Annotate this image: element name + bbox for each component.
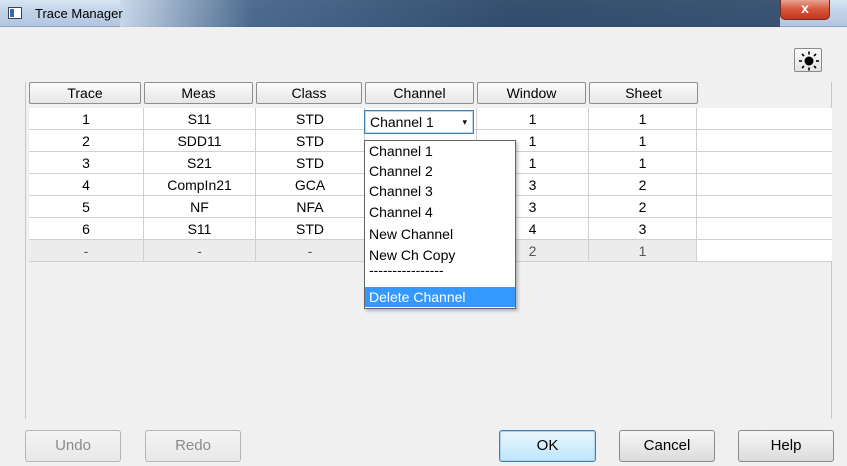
- cell-trace[interactable]: 5: [29, 196, 144, 218]
- cell-sheet[interactable]: 3: [589, 218, 697, 240]
- cell-class[interactable]: STD: [256, 130, 365, 152]
- chevron-down-icon[interactable]: ▾: [462, 111, 467, 133]
- cell-meas[interactable]: -: [144, 240, 256, 262]
- cell-sheet[interactable]: 2: [589, 196, 697, 218]
- cell-trace[interactable]: 3: [29, 152, 144, 174]
- cell-class[interactable]: STD: [256, 152, 365, 174]
- cancel-button[interactable]: Cancel: [619, 430, 715, 462]
- channel-combobox-value: Channel 1: [370, 114, 434, 130]
- cell-sheet[interactable]: 2: [589, 174, 697, 196]
- cell-class[interactable]: STD: [256, 218, 365, 240]
- cell-trace[interactable]: 4: [29, 174, 144, 196]
- channel-dropdown-list: Channel 1 Channel 2 Channel 3 Channel 4 …: [364, 140, 516, 309]
- cell-sheet[interactable]: 1: [589, 108, 697, 130]
- title-bar: Trace Manager x: [0, 0, 847, 27]
- dropdown-option-channel-4[interactable]: Channel 4: [365, 202, 515, 222]
- cell-sheet[interactable]: 1: [589, 152, 697, 174]
- cell-class[interactable]: -: [256, 240, 365, 262]
- row-filler: [697, 174, 832, 196]
- row-filler: [697, 218, 832, 240]
- row-filler: [697, 130, 832, 152]
- cell-window[interactable]: 1: [477, 108, 589, 130]
- undo-button[interactable]: Undo: [25, 430, 121, 462]
- cell-meas[interactable]: S11: [144, 108, 256, 130]
- dropdown-option-channel-1[interactable]: Channel 1: [365, 141, 515, 161]
- row-filler: [697, 240, 832, 262]
- help-button[interactable]: Help: [738, 430, 834, 462]
- sun-icon: [799, 51, 819, 71]
- column-header-channel[interactable]: Channel: [365, 82, 474, 104]
- cell-trace[interactable]: -: [29, 240, 144, 262]
- row-filler: [697, 108, 832, 130]
- channel-combobox[interactable]: Channel 1 ▾: [364, 110, 474, 134]
- cell-meas[interactable]: SDD11: [144, 130, 256, 152]
- row-filler: [697, 196, 832, 218]
- cell-class[interactable]: STD: [256, 108, 365, 130]
- dropdown-option-channel-2[interactable]: Channel 2: [365, 161, 515, 181]
- redo-button[interactable]: Redo: [145, 430, 241, 462]
- column-header-class[interactable]: Class: [256, 82, 362, 104]
- ok-button[interactable]: OK: [499, 430, 596, 462]
- cell-meas[interactable]: S11: [144, 218, 256, 240]
- cell-trace[interactable]: 1: [29, 108, 144, 130]
- dropdown-option-delete-channel[interactable]: Delete Channel: [365, 287, 515, 307]
- window-title: Trace Manager: [35, 6, 123, 21]
- column-header-sheet[interactable]: Sheet: [589, 82, 698, 104]
- cell-trace[interactable]: 2: [29, 130, 144, 152]
- cell-meas[interactable]: CompIn21: [144, 174, 256, 196]
- column-header-window[interactable]: Window: [477, 82, 586, 104]
- cell-sheet[interactable]: 1: [589, 130, 697, 152]
- close-button[interactable]: x: [780, 0, 830, 20]
- cell-meas[interactable]: NF: [144, 196, 256, 218]
- cell-trace[interactable]: 6: [29, 218, 144, 240]
- dropdown-option-new-channel[interactable]: New Channel: [365, 224, 515, 244]
- app-icon: [8, 7, 22, 19]
- dropdown-separator: ----------------: [369, 262, 444, 278]
- cell-class[interactable]: NFA: [256, 196, 365, 218]
- row-filler: [697, 152, 832, 174]
- cell-class[interactable]: GCA: [256, 174, 365, 196]
- column-header-meas[interactable]: Meas: [144, 82, 253, 104]
- column-header-trace[interactable]: Trace: [29, 82, 141, 104]
- dropdown-option-channel-3[interactable]: Channel 3: [365, 181, 515, 201]
- cell-sheet[interactable]: 1: [589, 240, 697, 262]
- cell-meas[interactable]: S21: [144, 152, 256, 174]
- brightness-button[interactable]: [794, 48, 822, 72]
